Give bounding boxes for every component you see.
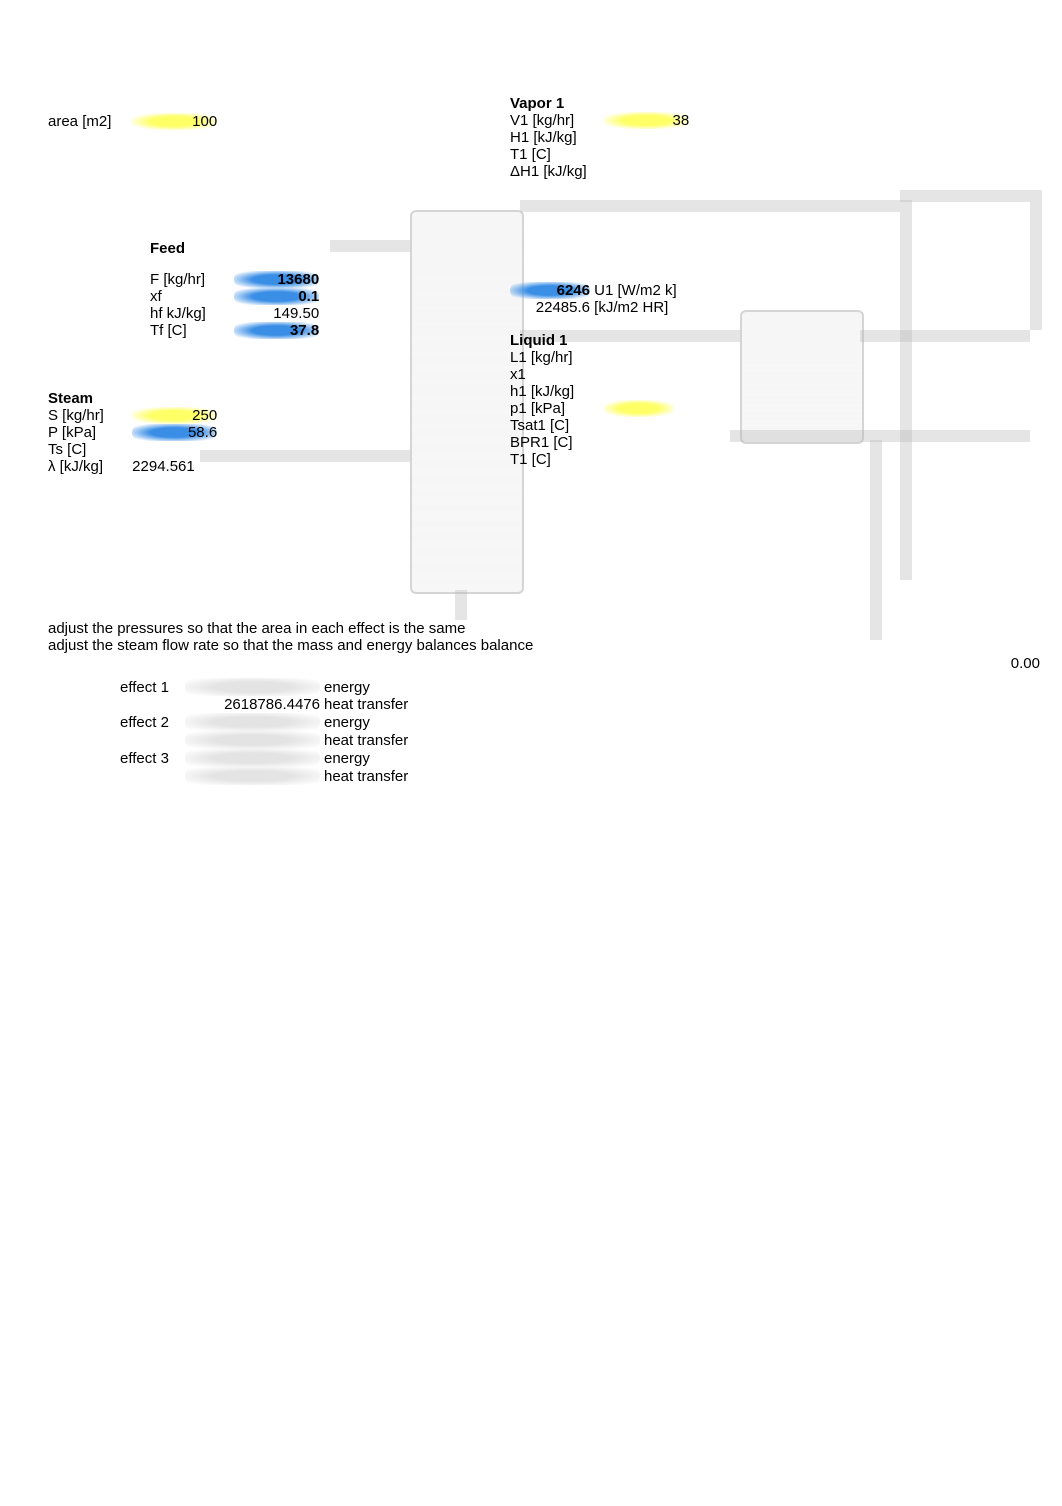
ts-label: Ts [C] <box>48 441 128 458</box>
h1-liquid-label: h1 [kJ/kg] <box>510 383 600 400</box>
effect3-energy-label: energy <box>320 750 370 767</box>
effect2-ht-cell[interactable] <box>185 731 320 749</box>
effect3-ht-label: heat transfer <box>320 768 408 785</box>
pipe-drain <box>455 590 467 620</box>
pipe-feed <box>330 240 410 252</box>
tf-label: Tf [C] <box>150 322 230 339</box>
effect1-ht-value: 2618786.4476 <box>185 696 320 713</box>
area-value[interactable]: 100 <box>132 113 217 130</box>
pipe-steam <box>200 450 410 462</box>
f-value[interactable]: 13680 <box>234 271 319 288</box>
t1-vapor-label: T1 [C] <box>510 146 600 163</box>
effect3-energy-cell[interactable] <box>185 749 320 767</box>
xf-label: xf <box>150 288 230 305</box>
pipe-top-2 <box>900 190 1030 202</box>
effect1-label: effect 1 <box>120 679 185 696</box>
pipe-right-1 <box>900 200 912 580</box>
effect3-label: effect 3 <box>120 750 185 767</box>
p1-label: p1 [kPa] <box>510 400 600 417</box>
v1-label: V1 [kg/hr] <box>510 112 600 129</box>
instruction-2: adjust the steam flow rate so that the m… <box>48 637 533 654</box>
pipe-down-right <box>870 440 882 640</box>
pipe-mid-2 <box>860 330 1030 342</box>
effect1-ht-label: heat transfer <box>320 696 408 713</box>
effect2-ht-label: heat transfer <box>320 732 408 749</box>
effect3-ht-cell[interactable] <box>185 767 320 785</box>
u1-value[interactable]: 6246 <box>510 282 590 299</box>
tf-value[interactable]: 37.8 <box>234 322 319 339</box>
v1-value[interactable]: 38 <box>604 112 689 129</box>
l1-label: L1 [kg/hr] <box>510 349 600 366</box>
lambda-value: 2294.561 <box>132 458 195 475</box>
tsat1-label: Tsat1 [C] <box>510 417 600 434</box>
t1-liquid-label: T1 [C] <box>510 451 600 468</box>
feed-title: Feed <box>150 240 319 257</box>
xf-value[interactable]: 0.1 <box>234 288 319 305</box>
s-label: S [kg/hr] <box>48 407 128 424</box>
area-label: area [m2] <box>48 113 128 130</box>
effect1-energy-cell[interactable] <box>185 678 320 696</box>
s-value[interactable]: 250 <box>132 407 217 424</box>
f-label: F [kg/hr] <box>150 271 230 288</box>
pipe-right-2 <box>1030 190 1042 330</box>
pipe-top-1 <box>520 200 900 212</box>
vapor1-title: Vapor 1 <box>510 95 689 112</box>
steam-title: Steam <box>48 390 217 407</box>
dh1-label: ΔH1 [kJ/kg] <box>510 163 600 180</box>
evaporator-vessel-1 <box>410 210 524 594</box>
liquid1-title: Liquid 1 <box>510 332 674 349</box>
p-steam-value[interactable]: 58.6 <box>132 424 217 441</box>
hf-label: hf kJ/kg] <box>150 305 230 322</box>
p-steam-label: P [kPa] <box>48 424 128 441</box>
h1-vapor-label: H1 [kJ/kg] <box>510 129 600 146</box>
hf-value: 149.50 <box>234 305 319 322</box>
u1b-value: 22485.6 <box>510 299 590 316</box>
p1-value[interactable] <box>604 400 674 417</box>
effect2-label: effect 2 <box>120 714 185 731</box>
x1-label: x1 <box>510 366 600 383</box>
bpr1-label: BPR1 [C] <box>510 434 600 451</box>
lambda-label: λ [kJ/kg] <box>48 458 128 475</box>
instruction-1: adjust the pressures so that the area in… <box>48 620 533 637</box>
effect2-energy-label: energy <box>320 714 370 731</box>
effect1-energy-label: energy <box>320 679 370 696</box>
effect2-energy-cell[interactable] <box>185 713 320 731</box>
heat-exchanger-1 <box>740 310 864 444</box>
u1-label: U1 [W/m2 k] <box>594 282 677 299</box>
u1b-label: [kJ/m2 HR] <box>594 299 668 316</box>
summary-value: 0.00 <box>990 655 1040 672</box>
